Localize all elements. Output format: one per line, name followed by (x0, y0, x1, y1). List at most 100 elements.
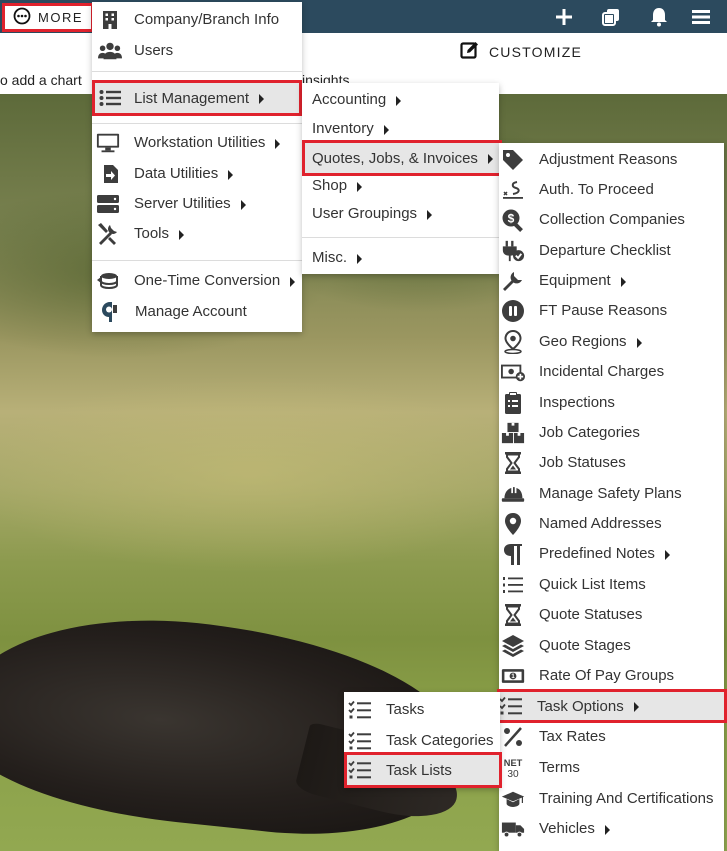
menu-item-label: Server Utilities (134, 195, 231, 212)
menu-item-departure-checklist[interactable]: Departure Checklist (499, 236, 724, 265)
menu-item-training-and-certifications[interactable]: Training And Certifications (499, 784, 724, 813)
menu-item-equipment[interactable]: Equipment (499, 266, 724, 295)
menu-item-label: Named Addresses (539, 515, 662, 532)
menu-item-label: Manage Safety Plans (539, 485, 682, 502)
graduation-cap-icon (501, 787, 525, 811)
monitor-icon (96, 131, 120, 155)
menu-item-label: Task Lists (386, 761, 452, 779)
bell-icon[interactable] (648, 6, 670, 28)
menu-item-label: Manage Account (135, 303, 247, 320)
submenu-arrow-icon (396, 95, 402, 106)
menu-item-one-time-conversion[interactable]: One-Time Conversion (92, 266, 302, 295)
menu-item-auth-to-proceed[interactable]: Auth. To Proceed (499, 175, 724, 204)
hourglass-icon (501, 451, 525, 475)
menu-divider (92, 71, 302, 72)
submenu-arrow-icon (664, 549, 670, 560)
server-icon (96, 192, 120, 216)
menu-item-label: Departure Checklist (539, 242, 671, 259)
submenu-arrow-icon (357, 253, 362, 264)
menu-item-task-categories[interactable]: Task Categories (344, 726, 500, 755)
more-dots-icon (13, 7, 31, 28)
menu-item-geo-regions[interactable]: Geo Regions (499, 327, 724, 356)
menu-item-user-groupings[interactable]: User Groupings (302, 199, 499, 228)
svg-text:$: $ (508, 211, 515, 225)
menu-item-misc[interactable]: Misc. (302, 243, 499, 272)
menu-item-workstation-utilities[interactable]: Workstation Utilities (92, 128, 302, 157)
menu-item-manage-safety-plans[interactable]: Manage Safety Plans (499, 479, 724, 508)
customize-label: CUSTOMIZE (489, 43, 582, 60)
menu-item-accounting[interactable]: Accounting (302, 85, 499, 114)
menu-item-label: Job Statuses (539, 454, 626, 471)
svg-text:30: 30 (507, 769, 519, 780)
menu-item-incidental-charges[interactable]: Incidental Charges (499, 357, 724, 386)
money-plus-icon (501, 360, 525, 384)
menu-item-vehicles[interactable]: Vehicles (499, 814, 724, 843)
menu-item-data-utilities[interactable]: Data Utilities (92, 159, 302, 188)
menu-item-job-categories[interactable]: Job Categories (499, 418, 724, 447)
menu-item-users[interactable]: Users (92, 36, 302, 65)
menu-item-label: Adjustment Reasons (539, 151, 678, 168)
menu-item-manage-account[interactable]: Manage Account (92, 297, 302, 326)
menu-item-inventory[interactable]: Inventory (302, 114, 499, 143)
svg-text:NET: NET (504, 758, 523, 768)
menu-item-task-options[interactable]: Task Options (497, 689, 727, 723)
menu-item-company-branch-info[interactable]: Company/Branch Info (92, 5, 302, 34)
menu-item-label: Geo Regions (539, 333, 627, 350)
menu-divider (302, 237, 499, 238)
database-convert-icon (96, 269, 120, 293)
more-label: MORE (38, 10, 83, 25)
menu-item-task-lists[interactable]: Task Lists (344, 752, 502, 788)
menu-item-label: Accounting (312, 91, 387, 108)
copy-icon[interactable] (600, 6, 622, 28)
map-marker-icon (501, 329, 525, 354)
submenu-arrow-icon (357, 181, 363, 192)
hard-hat-icon (501, 482, 525, 506)
menu-item-tax-rates[interactable]: Tax Rates (499, 722, 724, 751)
hourglass-icon (501, 603, 525, 627)
menu-item-predefined-notes[interactable]: Predefined Notes (499, 539, 724, 568)
task-list-icon (348, 758, 372, 782)
submenu-arrow-icon (427, 209, 433, 220)
pause-circle-icon (501, 299, 525, 323)
menu-divider (92, 123, 302, 124)
hamburger-icon[interactable] (690, 6, 712, 28)
menu-item-quick-list-items[interactable]: Quick List Items (499, 570, 724, 599)
menu-item-named-addresses[interactable]: Named Addresses (499, 509, 724, 538)
menu-item-collection-companies[interactable]: $ Collection Companies (499, 205, 724, 234)
submenu-arrow-icon (275, 138, 281, 149)
menu-item-server-utilities[interactable]: Server Utilities (92, 189, 302, 218)
menu-item-label: Vehicles (539, 820, 595, 837)
menu-item-terms[interactable]: NET 30 Terms (499, 753, 724, 782)
menu-item-quote-stages[interactable]: Quote Stages (499, 631, 724, 660)
users-icon (98, 39, 122, 63)
menu-item-tasks[interactable]: Tasks (344, 695, 500, 724)
more-button[interactable]: MORE (2, 3, 94, 32)
menu-item-job-statuses[interactable]: Job Statuses (499, 448, 724, 477)
submenu-arrow-icon (259, 94, 265, 104)
menu-item-shop[interactable]: Shop (302, 171, 499, 200)
menu-item-label: Job Categories (539, 424, 640, 441)
menu-item-label: Equipment (539, 272, 611, 289)
menu-item-label: Inventory (312, 120, 374, 137)
menu-item-tools[interactable]: Tools (92, 219, 302, 248)
list-management-submenu: Accounting Inventory Quotes, Jobs, & Inv… (302, 83, 502, 274)
signature-icon (501, 178, 525, 202)
menu-item-quote-statuses[interactable]: Quote Statuses (499, 600, 724, 629)
menu-item-label: Task Options (537, 697, 624, 715)
menu-item-rate-of-pay-groups[interactable]: 1 Rate Of Pay Groups (499, 661, 724, 690)
menu-item-label: Auth. To Proceed (539, 181, 654, 198)
task-list-icon (499, 694, 523, 718)
menu-item-label: Workstation Utilities (134, 134, 266, 151)
menu-item-adjustment-reasons[interactable]: Adjustment Reasons (499, 145, 724, 174)
customize-button[interactable]: CUSTOMIZE (460, 40, 582, 63)
submenu-arrow-icon (633, 702, 639, 712)
menu-item-list-management[interactable]: List Management (92, 80, 302, 116)
plus-icon[interactable] (553, 6, 575, 28)
menu-item-inspections[interactable]: Inspections (499, 388, 724, 417)
task-options-submenu: Tasks Task Categories Task Lists (344, 692, 502, 788)
menu-item-label: Training And Certifications (539, 790, 714, 807)
task-list-icon (348, 729, 372, 753)
search-dollar-icon: $ (501, 208, 525, 232)
menu-item-ft-pause-reasons[interactable]: FT Pause Reasons (499, 296, 724, 325)
hint-text-left: o add a chart (0, 72, 82, 88)
